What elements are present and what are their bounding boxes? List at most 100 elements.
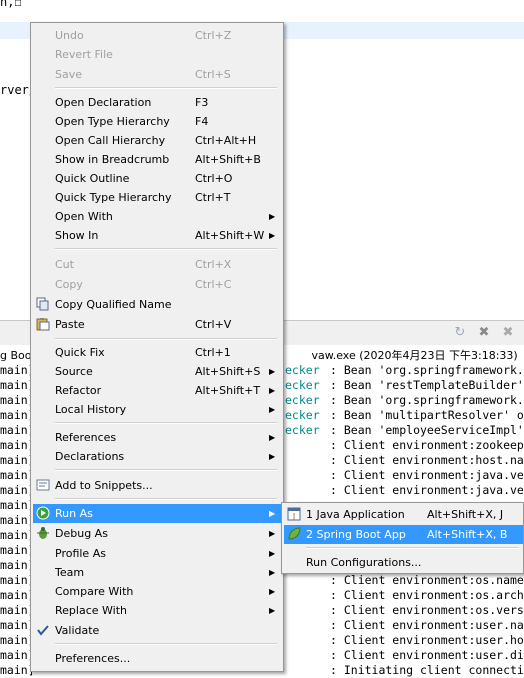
context-menu: Undo Ctrl+Z Revert File Save Ctrl+S Open D…: [30, 22, 284, 672]
console-logger: ecker: [285, 423, 320, 437]
menu-item-open-type-hierarchy[interactable]: Open Type Hierarchy F4: [33, 112, 281, 131]
menu-item-compare-with[interactable]: Compare With ▶: [33, 582, 281, 601]
menu-item-paste[interactable]: Paste Ctrl+V: [33, 315, 281, 334]
menu-item-label: Show in Breadcrumb: [55, 153, 170, 166]
menu-item-source[interactable]: Source Alt+Shift+S ▶: [33, 362, 281, 381]
menu-separator: [55, 338, 277, 340]
menu-item-label: Open Call Hierarchy: [55, 134, 166, 147]
menu-item-show-in-breadcrumb[interactable]: Show in Breadcrumb Alt+Shift+B: [33, 150, 281, 169]
menu-separator: [55, 469, 277, 471]
menu-item-save[interactable]: Save Ctrl+S: [33, 65, 281, 84]
menu-item-revert-file[interactable]: Revert File: [33, 45, 281, 64]
code-line: n,☐: [0, 0, 22, 9]
submenu-arrow-icon: ▶: [269, 433, 276, 442]
menu-item-label: Open With: [55, 210, 113, 223]
menu-item-replace-with[interactable]: Replace With ▶: [33, 601, 281, 620]
menu-item-label: Profile As: [55, 547, 106, 560]
menu-item-label: Quick Outline: [55, 172, 130, 185]
menu-item-label: Run As: [55, 507, 93, 520]
terminate-icon[interactable]: ✖: [476, 325, 492, 341]
menu-item-open-call-hierarchy[interactable]: Open Call Hierarchy Ctrl+Alt+H: [33, 131, 281, 150]
console-logger: ecker: [285, 393, 320, 407]
console-logger: ecker: [285, 363, 320, 377]
menu-item-add-to-snippets[interactable]: Add to Snippets...: [33, 476, 281, 495]
menu-item-shortcut: Ctrl+S: [195, 68, 231, 81]
console-message: : Client environment:os.arch: [330, 588, 524, 602]
menu-item-refactor[interactable]: Refactor Alt+Shift+T ▶: [33, 381, 281, 400]
submenu-arrow-icon: ▶: [269, 587, 276, 596]
submenu-item-java-application[interactable]: J 1 Java Application Alt+Shift+X, J: [284, 505, 523, 524]
menu-item-shortcut: Ctrl+Z: [195, 29, 232, 42]
menu-item-references[interactable]: References ▶: [33, 428, 281, 447]
menu-item-undo[interactable]: Undo Ctrl+Z: [33, 26, 281, 45]
menu-item-quick-fix[interactable]: Quick Fix Ctrl+1: [33, 343, 281, 362]
menu-item-declarations[interactable]: Declarations ▶: [33, 447, 281, 466]
menu-item-label: Open Declaration: [55, 96, 152, 109]
submenu-arrow-icon: ▶: [269, 568, 276, 577]
console-message: : Client environment:java.ven: [330, 483, 524, 497]
menu-item-debug-as[interactable]: Debug As ▶: [33, 524, 281, 543]
menu-item-label: Copy Qualified Name: [55, 298, 172, 311]
menu-item-team[interactable]: Team ▶: [33, 563, 281, 582]
menu-separator: [55, 643, 277, 645]
menu-item-label: Debug As: [55, 527, 108, 540]
menu-item-label: Open Type Hierarchy: [55, 115, 170, 128]
menu-item-shortcut: Alt+Shift+X, J: [427, 508, 504, 521]
menu-item-shortcut: Alt+Shift+T: [195, 384, 261, 397]
submenu-arrow-icon: ▶: [269, 606, 276, 615]
menu-item-label: References: [55, 431, 117, 444]
menu-item-shortcut: Alt+Shift+S: [195, 365, 261, 378]
submenu-item-spring-boot-app[interactable]: 2 Spring Boot App Alt+Shift+X, B: [284, 525, 523, 544]
console-message: : Client environment:zookeepe: [330, 438, 524, 452]
menu-item-shortcut: Ctrl+T: [195, 191, 231, 204]
console-message: : Bean 'employeeServiceImpl': [330, 423, 524, 437]
menu-item-copy-qualified-name[interactable]: Copy Qualified Name: [33, 295, 281, 314]
submenu-arrow-icon: ▶: [269, 231, 276, 240]
menu-item-label: Save: [55, 68, 83, 81]
menu-item-label: Undo: [55, 29, 84, 42]
menu-item-label: Add to Snippets...: [55, 479, 153, 492]
pin-icon[interactable]: ↻: [452, 325, 468, 341]
menu-item-quick-outline[interactable]: Quick Outline Ctrl+O: [33, 169, 281, 188]
console-message: : Bean 'multipartResolver' of: [330, 408, 524, 422]
checkmark-icon: [37, 625, 49, 636]
console-message: : Bean 'org.springframework.b: [330, 363, 524, 377]
submenu-arrow-icon: ▶: [269, 452, 276, 461]
debug-icon: [37, 527, 49, 539]
menu-item-shortcut: F4: [195, 115, 209, 128]
menu-item-validate[interactable]: Validate: [33, 621, 281, 640]
console-message: : Client environment:user.nam: [330, 618, 524, 632]
submenu-arrow-icon: ▶: [269, 212, 276, 221]
console-message: : Client environment:java.ver: [330, 468, 524, 482]
menu-item-open-with[interactable]: Open With ▶: [33, 207, 281, 226]
menu-item-shortcut: Alt+Shift+W: [195, 229, 265, 242]
console-process-info: vaw.exe (2020年4月23日 下午3:18:33): [311, 349, 518, 362]
svg-text:J: J: [292, 512, 295, 521]
console-message: : Client environment:host.nam: [330, 453, 524, 467]
menu-item-label: Local History: [55, 403, 127, 416]
menu-item-shortcut: Ctrl+1: [195, 346, 231, 359]
menu-item-shortcut: Ctrl+V: [195, 318, 232, 331]
paste-icon: [36, 318, 50, 331]
menu-item-run-as[interactable]: Run As ▶: [33, 504, 281, 523]
console-app-name: g Boo: [0, 349, 32, 362]
menu-item-local-history[interactable]: Local History ▶: [33, 400, 281, 419]
menu-item-show-in[interactable]: Show In Alt+Shift+W ▶: [33, 226, 281, 245]
console-message: : Client environment:os.name: [330, 573, 524, 587]
submenu-item-run-configurations[interactable]: Run Configurations...: [284, 553, 523, 572]
menu-item-copy[interactable]: Copy Ctrl+C: [33, 275, 281, 294]
submenu-arrow-icon: ▶: [269, 405, 276, 414]
menu-item-profile-as[interactable]: Profile As ▶: [33, 544, 281, 563]
submenu-arrow-icon: ▶: [269, 549, 276, 558]
menu-separator: [55, 498, 277, 500]
menu-item-preferences[interactable]: Preferences...: [33, 649, 281, 668]
menu-item-label: Declarations: [55, 450, 125, 463]
remove-all-icon[interactable]: ✖: [500, 325, 516, 341]
menu-item-cut[interactable]: Cut Ctrl+X: [33, 255, 281, 274]
menu-separator: [306, 547, 519, 549]
menu-item-shortcut: Alt+Shift+B: [195, 153, 261, 166]
menu-item-open-declaration[interactable]: Open Declaration F3: [33, 93, 281, 112]
menu-item-label: Quick Fix: [55, 346, 105, 359]
menu-item-label: Show In: [55, 229, 99, 242]
menu-item-quick-type-hierarchy[interactable]: Quick Type Hierarchy Ctrl+T: [33, 188, 281, 207]
